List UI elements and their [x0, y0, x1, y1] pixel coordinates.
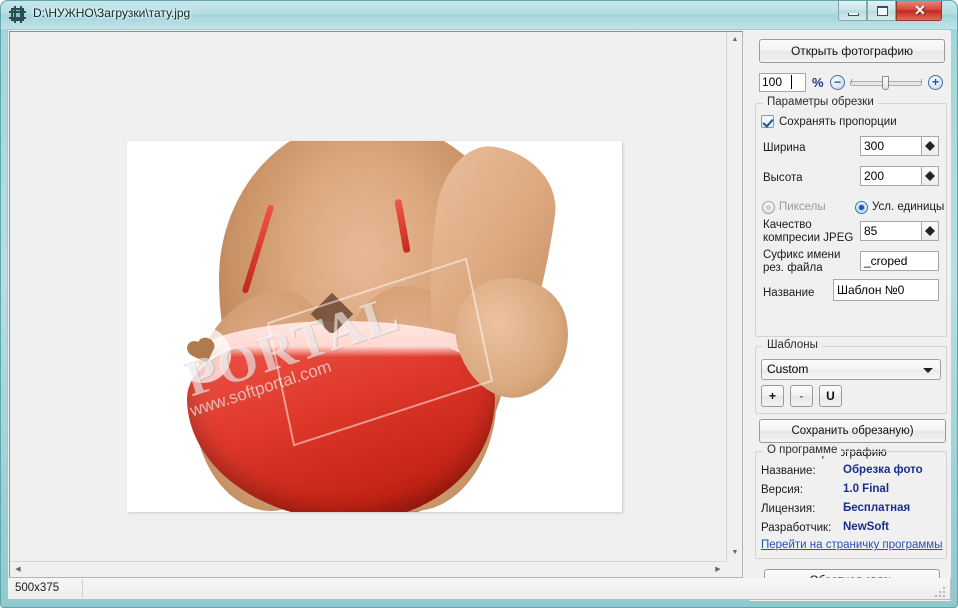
- about-label-developer: Разработчик:: [761, 522, 832, 534]
- maximize-icon: [877, 6, 888, 16]
- about-label-version: Версия:: [761, 484, 804, 496]
- width-label: Ширина: [763, 142, 806, 154]
- radio-pixels[interactable]: [762, 201, 775, 214]
- about-value-developer: NewSoft: [843, 521, 889, 533]
- close-button[interactable]: ✕: [896, 1, 942, 21]
- minimize-button[interactable]: [838, 1, 867, 21]
- minimize-icon: [848, 13, 859, 16]
- jpeg-quality-input[interactable]: 85: [860, 221, 922, 241]
- templates-dropdown-value: Custom: [767, 362, 809, 376]
- suffix-label-line1: Суфикс имени: [763, 249, 841, 261]
- jpeg-quality-spinner[interactable]: [922, 221, 939, 241]
- keep-ratio-label[interactable]: Сохранять пропорции: [779, 116, 897, 128]
- height-input[interactable]: 200: [860, 166, 922, 186]
- program-page-link[interactable]: Перейти на страничку программы: [761, 539, 942, 551]
- zoom-slider-thumb[interactable]: [882, 76, 889, 90]
- spinner-down-icon[interactable]: [925, 231, 935, 236]
- radio-pixels-label[interactable]: Пикселы: [779, 201, 826, 213]
- spinner-down-icon[interactable]: [925, 176, 935, 181]
- scroll-right-icon[interactable]: ▶: [710, 562, 726, 577]
- templates-dropdown[interactable]: Custom: [761, 359, 941, 380]
- viewer-horizontal-scrollbar[interactable]: ◀ ▶: [10, 561, 726, 577]
- scroll-down-icon[interactable]: ▼: [727, 545, 742, 561]
- update-template-button[interactable]: U: [819, 385, 842, 407]
- scroll-left-icon[interactable]: ◀: [10, 562, 26, 577]
- suffix-input[interactable]: _croped: [860, 251, 939, 271]
- open-photo-button[interactable]: Открыть фотографию: [759, 39, 945, 63]
- photo-preview: [127, 141, 622, 512]
- text-caret: [791, 75, 792, 89]
- about-value-license: Бесплатная: [843, 502, 911, 514]
- zoom-out-button[interactable]: −: [830, 75, 845, 90]
- maximize-button[interactable]: [867, 1, 896, 21]
- viewer-vertical-scrollbar[interactable]: ▲ ▼: [726, 32, 742, 561]
- crop-app-icon: [9, 6, 26, 23]
- spinner-down-icon[interactable]: [925, 146, 935, 151]
- about-value-version: 1.0 Final: [843, 483, 890, 495]
- height-label: Высота: [763, 172, 803, 184]
- minus-icon: −: [833, 75, 841, 89]
- scrollbar-corner: [726, 561, 742, 577]
- about-group-legend: О программе: [763, 444, 842, 456]
- remove-template-button[interactable]: -: [790, 385, 813, 407]
- zoom-in-button[interactable]: +: [928, 75, 943, 90]
- zoom-percent-label: %: [812, 75, 824, 90]
- image-canvas[interactable]: PORTAL www.softportal.com: [127, 141, 622, 512]
- image-dimensions-status: 500x375: [9, 579, 83, 598]
- window-title: D:\НУЖНО\Загрузки\тату.jpg: [33, 6, 191, 20]
- width-input[interactable]: 300: [860, 136, 922, 156]
- crop-group-legend: Параметры обрезки: [763, 96, 878, 108]
- about-label-name: Название:: [761, 465, 816, 477]
- template-name-label: Название: [763, 287, 815, 299]
- radio-relative-units[interactable]: [855, 201, 868, 214]
- jpeg-quality-label-line1: Качество: [763, 219, 812, 231]
- add-template-button[interactable]: +: [761, 385, 784, 407]
- plus-icon: +: [931, 75, 939, 89]
- status-bar: 500x375: [7, 578, 951, 600]
- template-name-input[interactable]: Шаблон №0: [833, 279, 939, 301]
- client-area: PORTAL www.softportal.com ▲ ▼ ◀ ▶ Открыт…: [7, 29, 951, 601]
- suffix-label-line2: рез. файла: [763, 262, 823, 274]
- image-viewer[interactable]: PORTAL www.softportal.com ▲ ▼ ◀ ▶: [9, 31, 743, 578]
- zoom-input[interactable]: 100: [759, 73, 806, 92]
- close-icon: ✕: [914, 2, 926, 18]
- width-spinner[interactable]: [922, 136, 939, 156]
- title-bar[interactable]: D:\НУЖНО\Загрузки\тату.jpg ✕: [0, 0, 958, 29]
- scroll-up-icon[interactable]: ▲: [727, 32, 742, 48]
- radio-relative-units-label[interactable]: Усл. единицы: [872, 201, 944, 213]
- control-panel: Открыть фотографию 100 % − + Параметры о…: [750, 31, 951, 601]
- jpeg-quality-label-line2: компресии JPEG: [763, 232, 854, 244]
- keep-ratio-checkbox[interactable]: [761, 115, 774, 128]
- about-label-license: Лицензия:: [761, 503, 816, 515]
- save-cropped-photo-button[interactable]: Сохранить обрезаную) фотографию: [759, 419, 946, 459]
- chevron-down-icon: [923, 368, 933, 373]
- application-window: D:\НУЖНО\Загрузки\тату.jpg ✕ PORTAL www.…: [0, 0, 958, 608]
- templates-group-legend: Шаблоны: [763, 339, 822, 351]
- zoom-slider[interactable]: [850, 76, 922, 90]
- about-value-name: Обрезка фото: [843, 464, 923, 476]
- height-spinner[interactable]: [922, 166, 939, 186]
- resize-grip-icon[interactable]: [935, 585, 947, 597]
